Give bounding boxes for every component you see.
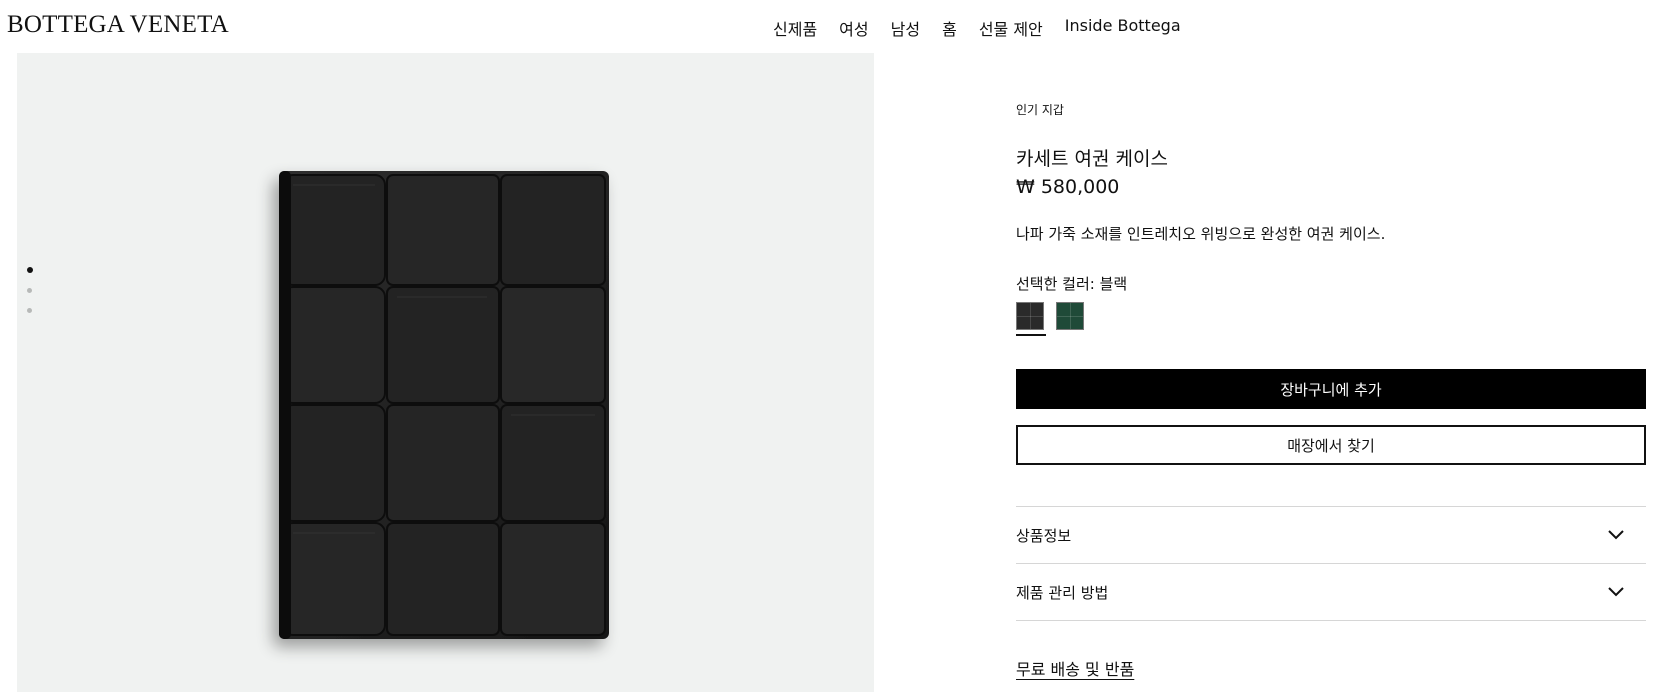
main-nav: 신제품 여성 남성 홈 선물 제안 Inside Bottega bbox=[773, 16, 1181, 40]
product-image bbox=[279, 171, 609, 639]
gallery-pagination bbox=[27, 267, 33, 328]
nav-item-women[interactable]: 여성 bbox=[839, 16, 868, 40]
product-price: ₩ 580,000 bbox=[1016, 176, 1120, 198]
product-description: 나파 가죽 소재를 인트레치오 위빙으로 완성한 여권 케이스. bbox=[1016, 225, 1386, 243]
chevron-down-icon bbox=[1608, 587, 1624, 597]
chevron-down-icon bbox=[1608, 530, 1624, 540]
gallery-dot-1[interactable] bbox=[27, 267, 33, 273]
nav-item-inside-bottega[interactable]: Inside Bottega bbox=[1065, 16, 1181, 40]
shipping-returns-link[interactable]: 무료 배송 및 반품 bbox=[1016, 656, 1134, 680]
product-image-gallery[interactable] bbox=[17, 53, 874, 692]
accordion-label: 상품정보 bbox=[1016, 526, 1072, 545]
product-category: 인기 지갑 bbox=[1016, 103, 1064, 117]
brand-logo[interactable]: BOTTEGA VENETA bbox=[7, 11, 229, 39]
gallery-dot-3[interactable] bbox=[27, 308, 32, 313]
color-swatch-green[interactable] bbox=[1056, 302, 1084, 330]
accordion-label: 제품 관리 방법 bbox=[1016, 583, 1109, 602]
accordion-care[interactable]: 제품 관리 방법 bbox=[1016, 564, 1646, 620]
selected-swatch-indicator bbox=[1016, 334, 1046, 336]
selected-color-label: 선택한 컬러: 블랙 bbox=[1016, 275, 1128, 293]
accordion-product-info[interactable]: 상품정보 bbox=[1016, 507, 1646, 563]
nav-item-home[interactable]: 홈 bbox=[942, 16, 957, 40]
nav-item-new[interactable]: 신제품 bbox=[773, 16, 817, 40]
color-swatch-black[interactable] bbox=[1016, 302, 1044, 330]
divider bbox=[1016, 620, 1646, 621]
add-to-cart-button[interactable]: 장바구니에 추가 bbox=[1016, 369, 1646, 409]
gallery-dot-2[interactable] bbox=[27, 288, 32, 293]
product-title: 카세트 여권 케이스 bbox=[1016, 148, 1168, 170]
nav-item-gifts[interactable]: 선물 제안 bbox=[979, 16, 1043, 40]
find-in-store-button[interactable]: 매장에서 찾기 bbox=[1016, 425, 1646, 465]
nav-item-men[interactable]: 남성 bbox=[891, 16, 920, 40]
